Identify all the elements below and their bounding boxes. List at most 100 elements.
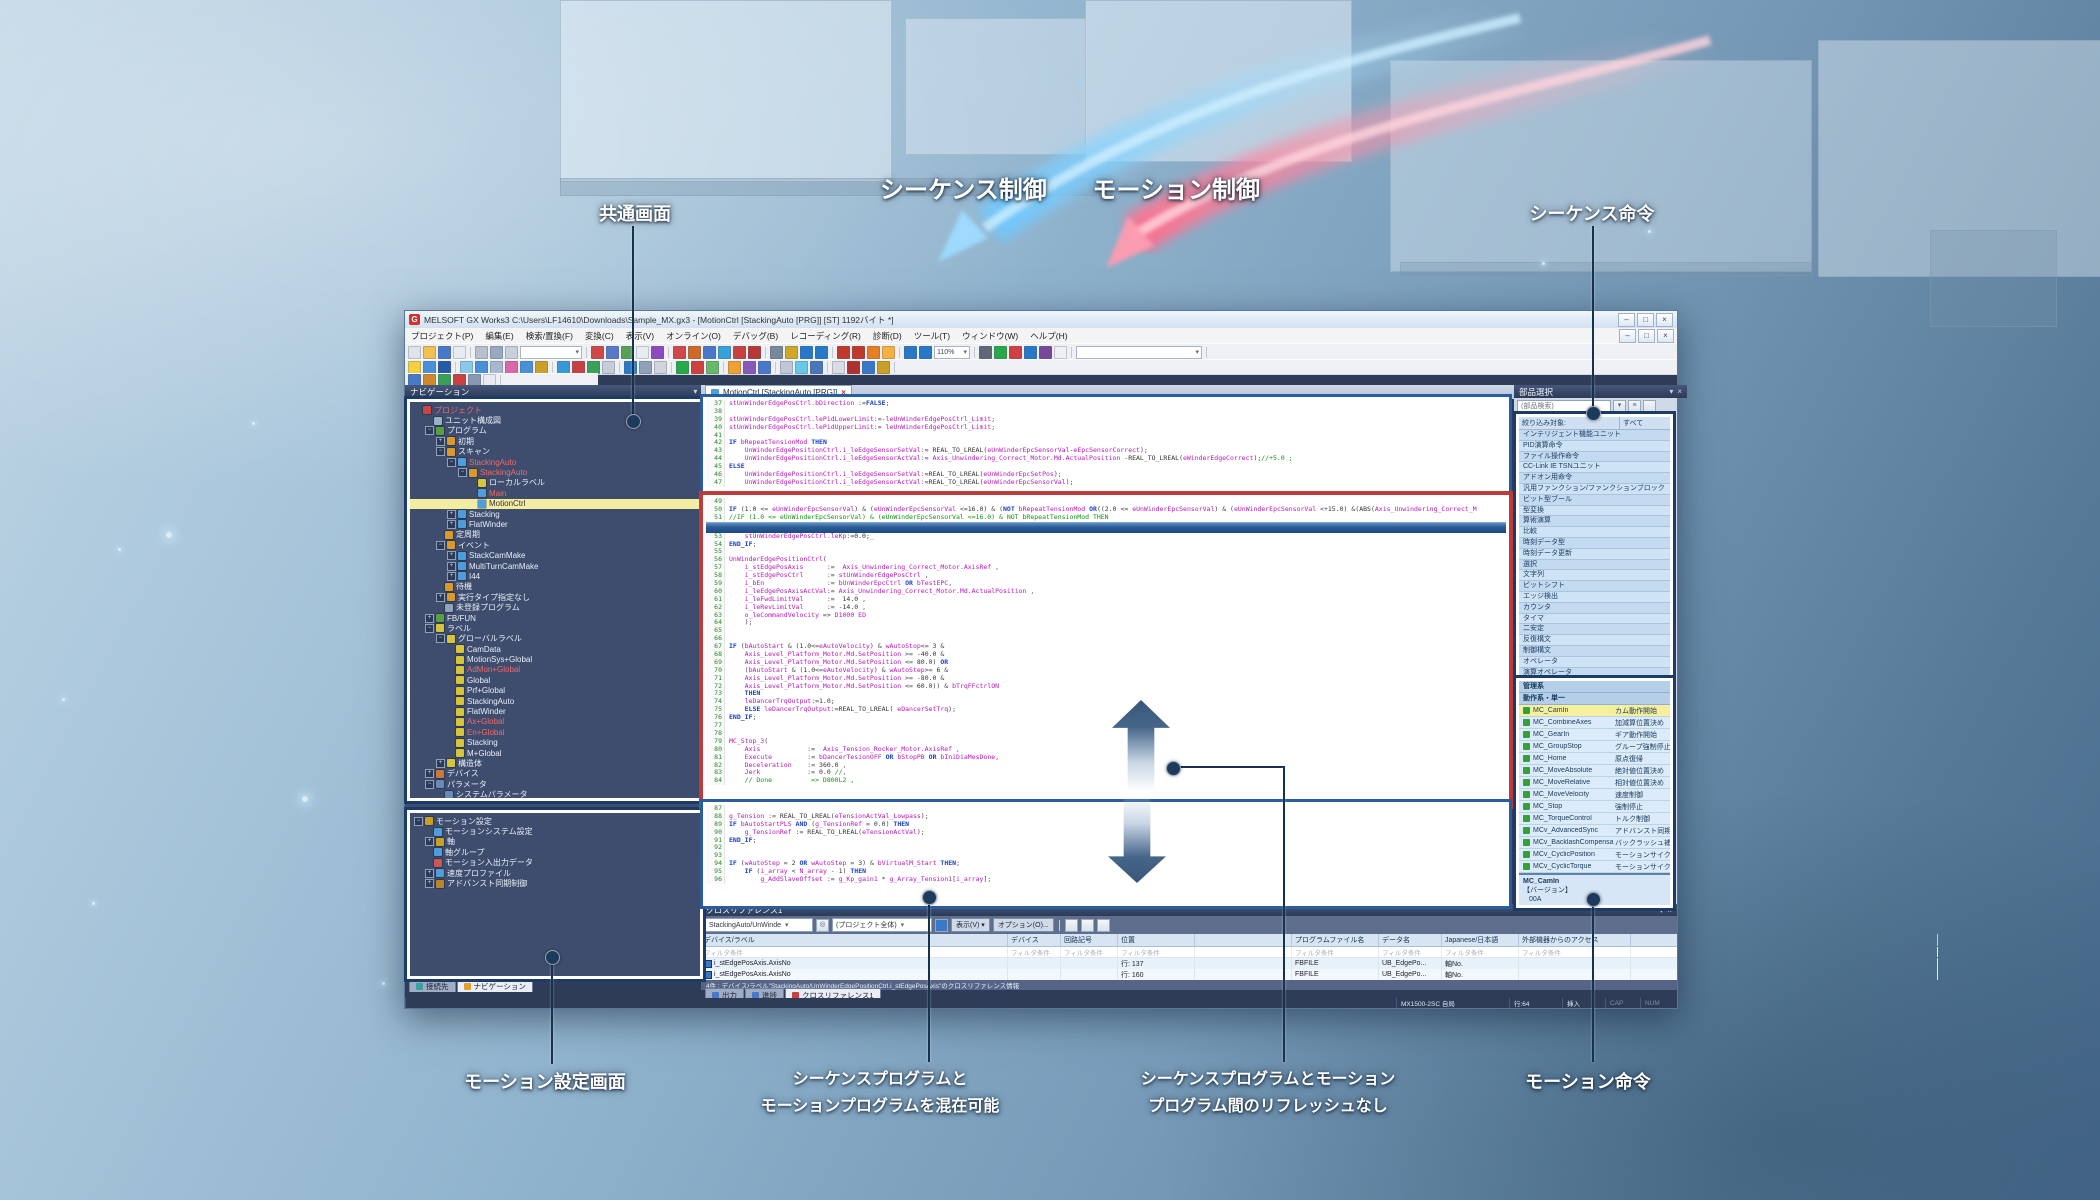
motion-instruction-row[interactable]: MC_MoveRelative相対値位置決め bbox=[1519, 777, 1670, 789]
expander-icon[interactable]: − bbox=[458, 468, 467, 477]
expander-icon[interactable]: + bbox=[447, 551, 456, 560]
instruction-category[interactable]: 制御構文 bbox=[1519, 646, 1670, 657]
toolbar-icon[interactable] bbox=[733, 346, 746, 359]
toolbar-icon[interactable] bbox=[1024, 346, 1037, 359]
code-line[interactable]: 40stUnWinderEdgePosCtrl.lePidUpperLimit:… bbox=[706, 424, 1506, 432]
toolbar-icon[interactable] bbox=[651, 346, 664, 359]
toolbar-icon[interactable] bbox=[535, 361, 548, 374]
tree-item[interactable]: −プログラム bbox=[410, 426, 700, 436]
refresh-icon[interactable] bbox=[1643, 400, 1656, 413]
toolbar-icon[interactable] bbox=[815, 346, 828, 359]
tree-item[interactable]: ローカルラベル bbox=[410, 478, 700, 488]
toolbar-icon[interactable] bbox=[979, 346, 992, 359]
code-line[interactable]: 63 o_leCommandVelocity => D1000 ED bbox=[706, 612, 1506, 620]
tree-item[interactable]: FlatWinder bbox=[410, 706, 700, 716]
instruction-category[interactable]: エッジ検出 bbox=[1519, 592, 1670, 603]
xr-column-header[interactable]: 位置 bbox=[1118, 934, 1195, 946]
instruction-category[interactable]: インテリジェント機能ユニット bbox=[1519, 430, 1670, 441]
xr-filter-cell[interactable] bbox=[1631, 947, 1938, 957]
tree-item[interactable]: モーション入出力データ bbox=[410, 858, 700, 868]
code-line[interactable]: 92 bbox=[706, 844, 1506, 852]
toolbar-dropdown[interactable] bbox=[520, 346, 582, 359]
xr-tool-icon[interactable] bbox=[1097, 919, 1110, 932]
code-line[interactable]: 65 bbox=[706, 627, 1506, 635]
tree-item[interactable]: Stacking bbox=[410, 738, 700, 748]
code-line[interactable]: 51//IF (1.0 <= eUnWinderEpcSensorVal) & … bbox=[706, 514, 1506, 522]
toolbar-icon[interactable] bbox=[587, 361, 600, 374]
device-filter-dropdown[interactable]: StackingAuto/UnWinde bbox=[705, 918, 813, 932]
instruction-category[interactable]: 文字列 bbox=[1519, 570, 1670, 581]
instruction-group-header[interactable]: 管理系 bbox=[1519, 681, 1670, 693]
instruction-category[interactable]: 二安定 bbox=[1519, 624, 1670, 635]
tree-item[interactable]: En+Global bbox=[410, 727, 700, 737]
toolbar-icon[interactable] bbox=[490, 361, 503, 374]
toolbar-icon[interactable] bbox=[852, 346, 865, 359]
code-line[interactable]: 77 bbox=[706, 722, 1506, 730]
tab-close-icon[interactable]: × bbox=[841, 388, 846, 397]
xr-row[interactable]: i_stEdgePosAxis.AxisNo行: 137FBFILEUB_Edg… bbox=[701, 958, 1677, 969]
toolbar-icon[interactable] bbox=[475, 361, 488, 374]
xr-filter-cell[interactable]: フィルタ条件 bbox=[1442, 947, 1519, 957]
tree-view-icon[interactable]: ≡ bbox=[1628, 400, 1641, 413]
tree-item[interactable]: StackingAuto bbox=[410, 696, 700, 706]
toolbar-icon[interactable] bbox=[904, 346, 917, 359]
motion-instruction-row[interactable]: MC_TorqueControlトルク制御 bbox=[1519, 813, 1670, 825]
code-line[interactable]: 53 stUnWinderEdgePosCtrl.leKp:=0.0;_ bbox=[706, 533, 1506, 541]
xr-column-header[interactable] bbox=[1195, 934, 1292, 946]
xr-filter-cell[interactable]: フィルタ条件 bbox=[1008, 947, 1061, 957]
maximize-button[interactable]: □ bbox=[1637, 313, 1654, 327]
expander-icon[interactable]: + bbox=[436, 437, 445, 446]
code-line[interactable]: 37stUnWinderEdgePosCtrl.bDirection :=FAL… bbox=[706, 400, 1506, 408]
tree-item[interactable]: M+Global bbox=[410, 748, 700, 758]
toolbar-icon[interactable] bbox=[795, 361, 808, 374]
tree-item[interactable]: +I44 bbox=[410, 571, 700, 581]
instruction-category[interactable]: オペレータ bbox=[1519, 657, 1670, 668]
menu-item[interactable]: 診断(D) bbox=[867, 330, 908, 342]
tree-item[interactable]: +速度プロファイル bbox=[410, 868, 700, 878]
motion-instruction-row[interactable]: MC_GroupStopグループ強制停止 bbox=[1519, 741, 1670, 753]
toolbar-dropdown[interactable]: 110% bbox=[934, 346, 970, 359]
xr-column-header[interactable]: プログラムファイル名 bbox=[1292, 934, 1379, 946]
tree-item[interactable]: 未登録プログラム bbox=[410, 602, 700, 612]
tree-item[interactable]: Main bbox=[410, 488, 700, 498]
menu-item[interactable]: 編集(E) bbox=[479, 330, 519, 342]
tree-item[interactable]: −スキャン bbox=[410, 447, 700, 457]
tree-item[interactable]: +Stacking bbox=[410, 509, 700, 519]
toolbar-icon[interactable] bbox=[438, 346, 451, 359]
toolbar-icon[interactable] bbox=[728, 361, 741, 374]
toolbar-icon[interactable] bbox=[676, 361, 689, 374]
instruction-category[interactable]: 反復構文 bbox=[1519, 635, 1670, 646]
mdi-window-button[interactable]: × bbox=[1657, 329, 1674, 343]
toolbar-icon[interactable] bbox=[490, 346, 503, 359]
code-line[interactable]: 96 g_AddSlaveOffset := g_Kp_gain1 * g_Ar… bbox=[706, 876, 1506, 884]
code-line[interactable]: 54END_IF; bbox=[706, 541, 1506, 549]
tree-item[interactable]: モーションシステム設定 bbox=[410, 826, 700, 836]
expander-icon[interactable]: + bbox=[447, 510, 456, 519]
expander-icon[interactable]: − bbox=[436, 541, 445, 550]
expander-icon[interactable]: + bbox=[425, 837, 434, 846]
xr-column-header[interactable]: デバイス/ラベル bbox=[701, 934, 1008, 946]
menu-item[interactable]: 表示(V) bbox=[620, 330, 660, 342]
toolbar-icon[interactable] bbox=[639, 361, 652, 374]
instruction-category[interactable]: 時刻データ更新 bbox=[1519, 549, 1670, 560]
toolbar-icon[interactable] bbox=[460, 361, 473, 374]
toolbar-icon[interactable] bbox=[748, 346, 761, 359]
cross-reference-filter-row[interactable]: フィルタ条件フィルタ条件フィルタ条件フィルタ条件フィルタ条件フィルタ条件フィルタ… bbox=[701, 947, 1677, 958]
minimize-button[interactable]: – bbox=[1618, 313, 1635, 327]
tree-item[interactable]: AdMon+Global bbox=[410, 665, 700, 675]
instruction-category[interactable]: 時刻データ型 bbox=[1519, 538, 1670, 549]
dock-tab[interactable]: 接続先 bbox=[409, 979, 456, 992]
menu-item[interactable]: オンライン(O) bbox=[660, 330, 727, 342]
xr-filter-cell[interactable]: フィルタ条件 bbox=[1379, 947, 1442, 957]
toolbar-icon[interactable] bbox=[867, 346, 880, 359]
toolbar-icon[interactable] bbox=[847, 361, 860, 374]
menu-item[interactable]: 変換(C) bbox=[579, 330, 620, 342]
tree-item[interactable]: −イベント bbox=[410, 540, 700, 550]
scope-dropdown[interactable]: (プロジェクト全体) bbox=[832, 918, 932, 932]
title-bar[interactable]: G MELSOFT GX Works3 C:\Users\LF14610\Dow… bbox=[405, 311, 1677, 328]
toolbar-icon[interactable] bbox=[832, 361, 845, 374]
expander-icon[interactable]: + bbox=[447, 572, 456, 581]
tree-item[interactable]: +アドバンスト同期制御 bbox=[410, 878, 700, 888]
expander-icon[interactable]: − bbox=[425, 426, 434, 435]
motion-instruction-row[interactable]: MC_MoveVelocity速度制御 bbox=[1519, 789, 1670, 801]
